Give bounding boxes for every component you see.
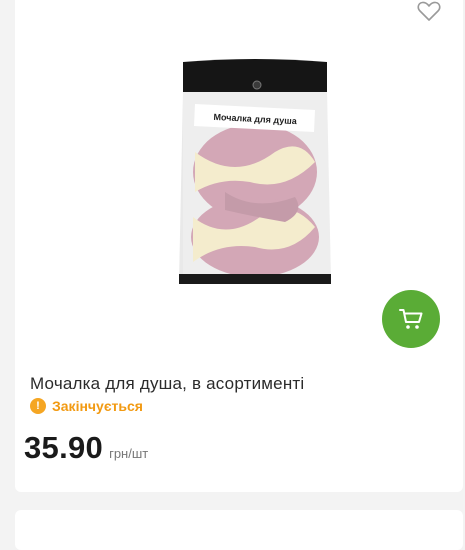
product-card[interactable]: Мочалка для душа (15, 0, 463, 492)
product-title[interactable]: Мочалка для душа, в асортименті (30, 374, 304, 394)
price-value: 35.90 (24, 430, 104, 465)
product-image[interactable]: Мочалка для душа (165, 52, 345, 302)
stock-status: ! Закінчується (30, 398, 143, 414)
price-unit: грн/шт (109, 446, 149, 461)
status-text: Закінчується (52, 398, 143, 414)
add-to-cart-button[interactable] (382, 290, 440, 348)
heart-outline-icon[interactable] (417, 0, 441, 22)
shopping-cart-icon (399, 309, 423, 329)
next-product-card[interactable] (15, 510, 463, 550)
price-block: 35.90 грн/шт (24, 430, 148, 466)
exclamation-icon: ! (30, 398, 46, 414)
